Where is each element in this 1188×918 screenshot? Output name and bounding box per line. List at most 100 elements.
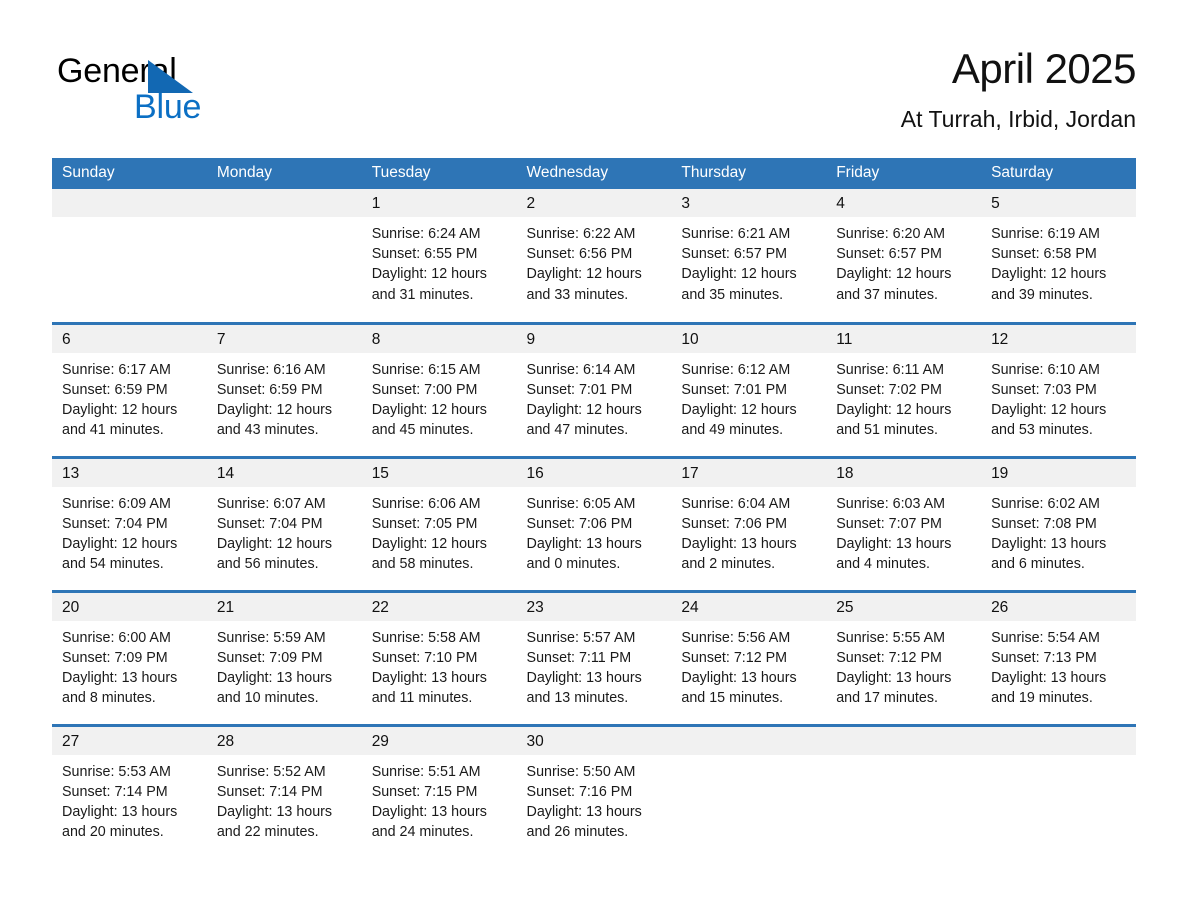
daylight-text-line1: Daylight: 12 hours <box>62 535 178 552</box>
day-cell-details: Sunrise: 6:12 AM Sunset: 7:01 PM Daylight:… <box>671 353 826 441</box>
calendar-day-cell[interactable]: 21 Sunrise: 5:59 AM Sunset: 7:09 PM Dayligh… <box>206 589 362 725</box>
weekday-header-wednesday: Wednesday <box>516 158 672 189</box>
calendar-day-cell[interactable]: 17 Sunrise: 6:04 AM Sunset: 7:06 PM Dayligh… <box>671 455 827 591</box>
calendar-day-cell[interactable]: 30 Sunrise: 5:50 AM Sunset: 7:16 PM Dayligh… <box>516 723 672 859</box>
calendar-day-cell[interactable]: 12 Sunrise: 6:10 AM Sunset: 7:03 PM Dayligh… <box>981 321 1136 457</box>
day-cell-inner: 4 Sunrise: 6:20 AM Sunset: 6:57 PM Daylight… <box>826 189 982 322</box>
day-cell-details: Sunrise: 5:58 AM Sunset: 7:10 PM Daylight:… <box>362 621 517 709</box>
calendar-week-row: 6 Sunrise: 6:17 AM Sunset: 6:59 PM Daylight… <box>52 321 1136 457</box>
sunrise-text: Sunrise: 6:21 AM <box>681 226 791 242</box>
calendar-day-cell-empty <box>981 723 1136 860</box>
sunrise-text: Sunrise: 6:07 AM <box>216 495 326 512</box>
sunset-text: Sunset: 7:09 PM <box>62 649 168 666</box>
day-number <box>671 726 827 755</box>
sunset-text: Sunset: 6:57 PM <box>681 246 788 263</box>
day-cell-inner: 21 Sunrise: 5:59 AM Sunset: 7:09 PM Dayligh… <box>206 592 362 724</box>
daylight-text-line1: Daylight: 12 hours <box>371 266 487 283</box>
day-number: 5 <box>981 189 1136 217</box>
sunset-text: Sunset: 7:00 PM <box>371 381 478 398</box>
calendar-day-cell[interactable]: 3 Sunrise: 6:21 AM Sunset: 6:57 PM Daylight… <box>671 189 827 323</box>
daylight-text-line1: Daylight: 13 hours <box>526 535 642 552</box>
day-cell-inner: 20 Sunrise: 6:00 AM Sunset: 7:09 PM Dayligh… <box>52 592 207 724</box>
daylight-text-line2: and 47 minutes. <box>526 422 629 439</box>
calendar-day-cell[interactable]: 18 Sunrise: 6:03 AM Sunset: 7:07 PM Dayligh… <box>826 455 982 591</box>
daylight-text-line2: and 15 minutes. <box>681 690 784 707</box>
day-number: 9 <box>516 324 672 353</box>
calendar-day-cell[interactable]: 23 Sunrise: 5:57 AM Sunset: 7:11 PM Dayligh… <box>516 589 672 725</box>
general-blue-logo: General Blue <box>57 52 377 126</box>
calendar-day-cell[interactable]: 27 Sunrise: 5:53 AM Sunset: 7:14 PM Dayligh… <box>52 723 207 859</box>
sunset-text: Sunset: 7:13 PM <box>991 649 1097 666</box>
day-number <box>981 726 1136 755</box>
day-cell-details: Sunrise: 6:07 AM Sunset: 7:04 PM Daylight:… <box>207 487 362 575</box>
sunset-text: Sunset: 7:12 PM <box>681 649 788 666</box>
sunrise-text: Sunrise: 5:55 AM <box>836 629 946 646</box>
daylight-text-line1: Daylight: 13 hours <box>991 535 1107 552</box>
calendar-day-cell[interactable]: 26 Sunrise: 5:54 AM Sunset: 7:13 PM Dayligh… <box>981 589 1136 725</box>
calendar-day-cell[interactable]: 9 Sunrise: 6:14 AM Sunset: 7:01 PM Daylight… <box>516 321 672 457</box>
daylight-text-line1: Daylight: 13 hours <box>371 669 487 686</box>
calendar-day-cell[interactable]: 28 Sunrise: 5:52 AM Sunset: 7:14 PM Dayligh… <box>206 723 362 859</box>
calendar-day-cell[interactable]: 8 Sunrise: 6:15 AM Sunset: 7:00 PM Daylight… <box>361 321 517 457</box>
day-number: 23 <box>516 592 672 621</box>
daylight-text-line2: and 4 minutes. <box>836 556 931 573</box>
calendar-day-cell[interactable]: 15 Sunrise: 6:06 AM Sunset: 7:05 PM Dayligh… <box>361 455 517 591</box>
day-number: 13 <box>52 458 207 487</box>
day-number: 17 <box>671 458 827 487</box>
calendar-day-cell[interactable]: 29 Sunrise: 5:51 AM Sunset: 7:15 PM Dayligh… <box>361 723 517 860</box>
sunset-text: Sunset: 7:03 PM <box>991 381 1097 398</box>
day-cell-inner: 26 Sunrise: 5:54 AM Sunset: 7:13 PM Dayligh… <box>981 592 1136 724</box>
day-cell-inner <box>671 726 827 860</box>
day-number: 1 <box>361 189 517 217</box>
calendar-day-cell[interactable]: 5 Sunrise: 6:19 AM Sunset: 6:58 PM Daylight… <box>981 189 1136 323</box>
day-cell-inner: 7 Sunrise: 6:16 AM Sunset: 6:59 PM Daylight… <box>206 324 362 456</box>
day-number <box>826 726 982 755</box>
day-cell-details: Sunrise: 5:51 AM Sunset: 7:15 PM Daylight:… <box>362 755 517 843</box>
daylight-text-line1: Daylight: 12 hours <box>526 266 642 283</box>
calendar-day-cell[interactable]: 16 Sunrise: 6:05 AM Sunset: 7:06 PM Dayligh… <box>516 455 672 591</box>
calendar-day-cell[interactable]: 22 Sunrise: 5:58 AM Sunset: 7:10 PM Dayligh… <box>361 589 517 725</box>
day-cell-inner: 29 Sunrise: 5:51 AM Sunset: 7:15 PM Dayligh… <box>361 726 517 860</box>
day-cell-inner <box>981 726 1136 860</box>
daylight-text-line2: and 20 minutes. <box>62 824 164 841</box>
calendar-day-cell[interactable]: 7 Sunrise: 6:16 AM Sunset: 6:59 PM Daylight… <box>206 321 362 457</box>
sunset-text: Sunset: 7:04 PM <box>62 515 168 532</box>
daylight-text-line2: and 17 minutes. <box>836 690 938 707</box>
daylight-text-line2: and 51 minutes. <box>836 422 938 439</box>
calendar-day-cell[interactable]: 11 Sunrise: 6:11 AM Sunset: 7:02 PM Dayligh… <box>826 321 982 457</box>
day-cell-inner: 9 Sunrise: 6:14 AM Sunset: 7:01 PM Daylight… <box>516 324 672 456</box>
sunset-text: Sunset: 7:14 PM <box>216 783 323 800</box>
calendar-day-cell[interactable]: 6 Sunrise: 6:17 AM Sunset: 6:59 PM Daylight… <box>52 321 207 457</box>
day-cell-details: Sunrise: 6:24 AM Sunset: 6:55 PM Daylight:… <box>362 217 517 305</box>
daylight-text-line1: Daylight: 13 hours <box>62 669 178 686</box>
day-cell-inner: 5 Sunrise: 6:19 AM Sunset: 6:58 PM Daylight… <box>981 189 1136 322</box>
calendar-day-cell[interactable]: 20 Sunrise: 6:00 AM Sunset: 7:09 PM Dayligh… <box>52 589 207 725</box>
calendar-day-cell[interactable]: 14 Sunrise: 6:07 AM Sunset: 7:04 PM Dayligh… <box>206 455 362 591</box>
daylight-text-line1: Daylight: 12 hours <box>216 535 333 552</box>
daylight-text-line1: Daylight: 13 hours <box>216 803 333 820</box>
day-cell-details: Sunrise: 6:00 AM Sunset: 7:09 PM Daylight:… <box>52 621 207 709</box>
daylight-text-line1: Daylight: 12 hours <box>991 401 1107 418</box>
calendar-day-cell[interactable]: 19 Sunrise: 6:02 AM Sunset: 7:08 PM Dayligh… <box>981 455 1136 591</box>
calendar-day-cell[interactable]: 4 Sunrise: 6:20 AM Sunset: 6:57 PM Daylight… <box>826 189 982 323</box>
calendar-day-cell[interactable]: 13 Sunrise: 6:09 AM Sunset: 7:04 PM Dayligh… <box>52 455 207 591</box>
sunrise-text: Sunrise: 6:19 AM <box>991 226 1100 242</box>
calendar-day-cell[interactable]: 10 Sunrise: 6:12 AM Sunset: 7:01 PM Dayligh… <box>671 321 827 457</box>
day-cell-details: Sunrise: 6:03 AM Sunset: 7:07 PM Daylight:… <box>826 487 981 575</box>
calendar-day-cell[interactable]: 24 Sunrise: 5:56 AM Sunset: 7:12 PM Dayligh… <box>671 589 827 725</box>
sunrise-text: Sunrise: 5:58 AM <box>371 629 481 646</box>
day-cell-details: Sunrise: 5:59 AM Sunset: 7:09 PM Daylight:… <box>207 621 362 709</box>
sunset-text: Sunset: 7:06 PM <box>681 515 788 532</box>
calendar-day-cell[interactable]: 25 Sunrise: 5:55 AM Sunset: 7:12 PM Dayligh… <box>826 589 982 725</box>
sunset-text: Sunset: 6:56 PM <box>526 246 633 263</box>
calendar-day-cell[interactable]: 1 Sunrise: 6:24 AM Sunset: 6:55 PM Daylight… <box>361 189 517 323</box>
sunrise-text: Sunrise: 6:03 AM <box>836 495 946 512</box>
calendar-day-cell[interactable]: 2 Sunrise: 6:22 AM Sunset: 6:56 PM Daylight… <box>516 189 672 323</box>
daylight-text-line2: and 39 minutes. <box>991 286 1093 303</box>
sunset-text: Sunset: 7:09 PM <box>216 649 323 666</box>
day-cell-inner: 13 Sunrise: 6:09 AM Sunset: 7:04 PM Dayligh… <box>52 458 207 590</box>
day-cell-details: Sunrise: 6:16 AM Sunset: 6:59 PM Daylight:… <box>207 353 362 441</box>
day-cell-details: Sunrise: 5:56 AM Sunset: 7:12 PM Daylight:… <box>671 621 826 709</box>
sunrise-text: Sunrise: 6:05 AM <box>526 495 636 512</box>
daylight-text-line1: Daylight: 12 hours <box>991 266 1107 283</box>
